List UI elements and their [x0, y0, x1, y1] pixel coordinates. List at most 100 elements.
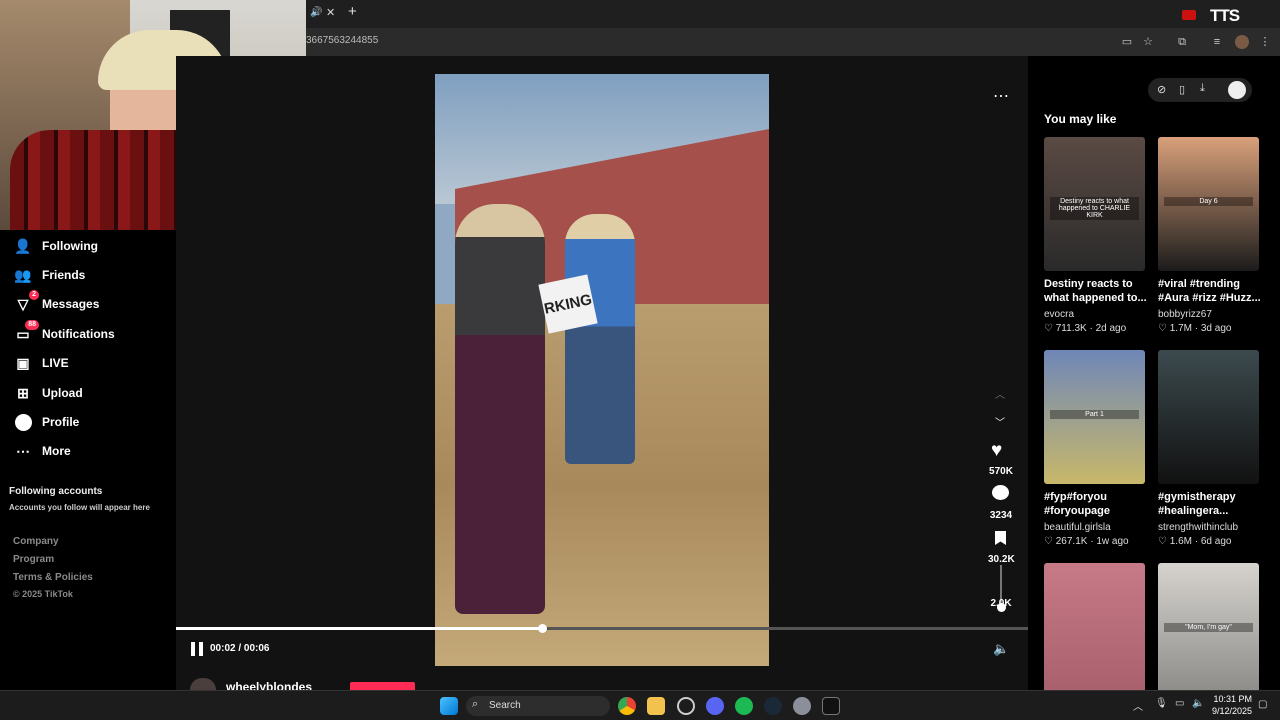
- windows-taskbar: ⌕ Search ︿ 🎙 ▭ 🔈 10:31 PM 9/12/2025 ▢: [0, 690, 1280, 720]
- new-tab-icon[interactable]: +: [348, 3, 357, 20]
- recommendation-author[interactable]: beautiful.girlsla: [1044, 522, 1111, 533]
- download-icon[interactable]: ⤓: [1200, 82, 1205, 95]
- footer-program-link[interactable]: Program: [13, 554, 54, 565]
- browser-menu-icon[interactable]: ⋮: [1258, 35, 1272, 49]
- recommendation-title[interactable]: Destiny reacts to what happened to...: [1044, 277, 1148, 305]
- chrome-icon[interactable]: [618, 697, 636, 715]
- recommendation-age: 1w ago: [1096, 536, 1129, 547]
- volume-icon[interactable]: 🔈: [993, 641, 1009, 657]
- nav-more[interactable]: ⋯ More: [14, 439, 71, 463]
- pause-icon[interactable]: [191, 642, 203, 656]
- cast-icon[interactable]: ▭: [1120, 35, 1134, 49]
- bookmark-star-icon[interactable]: ☆: [1141, 35, 1155, 49]
- search-label: Search: [489, 700, 521, 711]
- account-avatar[interactable]: [1228, 81, 1246, 99]
- next-video-icon[interactable]: ﹀: [995, 414, 1005, 429]
- network-icon[interactable]: ▭: [1175, 698, 1184, 709]
- media-icon[interactable]: ≡: [1210, 35, 1224, 49]
- notification-center-icon[interactable]: ▢: [1258, 699, 1267, 710]
- nav-friends-label: Friends: [42, 268, 86, 282]
- recommendation-title[interactable]: #viral #trending #Aura #rizz #Huzz...: [1158, 277, 1262, 305]
- app-icon[interactable]: [677, 697, 695, 715]
- meta-separator: ·: [1087, 536, 1097, 547]
- terminal-app-icon[interactable]: [822, 697, 840, 715]
- steam-icon[interactable]: [764, 697, 782, 715]
- following-icon: 👤: [14, 237, 32, 254]
- recommendation-author[interactable]: evocra: [1044, 309, 1074, 320]
- follow-button[interactable]: [350, 682, 415, 690]
- nav-live[interactable]: ▣ LIVE: [14, 351, 69, 375]
- time-total: 00:06: [243, 643, 270, 654]
- recommendation-likes: 1.7M: [1169, 323, 1192, 334]
- nav-upload[interactable]: ⊞ Upload: [14, 381, 83, 405]
- footer-company-link[interactable]: Company: [13, 536, 59, 547]
- like-icon[interactable]: ♥: [991, 440, 1002, 462]
- nav-notifications-label: Notifications: [42, 327, 115, 341]
- autoscroll-icon[interactable]: ⊘: [1157, 83, 1166, 96]
- thumbnail-caption: "Mom, I'm gay": [1164, 623, 1253, 632]
- video-player[interactable]: RKING: [435, 74, 769, 666]
- recommendation-title[interactable]: #gymistherapy #healingera...: [1158, 490, 1262, 518]
- heart-icon: ♡: [1158, 536, 1170, 547]
- author-name[interactable]: wheelyblondes: [226, 680, 312, 690]
- player-tools-pill: ⊘ ▯ ⤓: [1148, 78, 1252, 102]
- nav-notifications[interactable]: ▭ 88 Notifications: [14, 320, 115, 346]
- extensions-icon[interactable]: ⧉: [1175, 35, 1189, 49]
- recommendation-thumbnail[interactable]: [1158, 350, 1259, 484]
- recommendation-thumbnail[interactable]: Day 6: [1158, 137, 1259, 271]
- video-sign: RKING: [538, 274, 598, 334]
- time-display: 00:02 / 00:06: [210, 643, 270, 654]
- recommendation-author[interactable]: bobbyrizz67: [1158, 309, 1212, 320]
- file-explorer-icon[interactable]: [647, 697, 665, 715]
- recommendation-thumbnail[interactable]: [1044, 563, 1145, 697]
- spotify-icon[interactable]: [735, 697, 753, 715]
- windows-start-icon[interactable]: [440, 697, 458, 715]
- comment-icon[interactable]: [992, 485, 1009, 500]
- clock-date[interactable]: 9/12/2025: [1212, 706, 1252, 716]
- microphone-icon[interactable]: 🎙: [1155, 698, 1168, 709]
- tts-logo: TTS: [1210, 6, 1240, 25]
- recommendations-panel: ⊘ ▯ ⤓ You may like Destiny reacts to wha…: [1028, 56, 1280, 697]
- clock-time[interactable]: 10:31 PM: [1212, 694, 1252, 704]
- recommendation-age: 3d ago: [1200, 323, 1232, 334]
- discord-icon[interactable]: [706, 697, 724, 715]
- recommendation-title[interactable]: #fyp#foryou #foryoupage #tikto...: [1044, 490, 1148, 518]
- taskbar-search[interactable]: ⌕ Search: [466, 696, 610, 716]
- recommendation-age: 2d ago: [1095, 323, 1127, 334]
- speaker-icon[interactable]: 🔊: [310, 7, 322, 18]
- url-text[interactable]: 3667563244855: [306, 35, 378, 46]
- nav-live-label: LIVE: [42, 356, 69, 370]
- meta-separator: ·: [1086, 323, 1096, 334]
- recommendation-author[interactable]: strengthwithinclub: [1158, 522, 1238, 533]
- tray-chevron-icon[interactable]: ︿: [1133, 698, 1143, 713]
- save-count: 30.2K: [988, 554, 1015, 565]
- recommendation-thumbnail[interactable]: Destiny reacts to what happened to CHARL…: [1044, 137, 1145, 271]
- settings-gear-icon[interactable]: [793, 697, 811, 715]
- share-count: 2.0K: [990, 598, 1012, 609]
- you-may-like-title: You may like: [1044, 112, 1117, 126]
- more-options-icon[interactable]: ⋯: [993, 86, 1009, 106]
- following-accounts-title: Following accounts: [9, 486, 103, 497]
- recommendation-thumbnail[interactable]: Part 1: [1044, 350, 1145, 484]
- search-icon: ⌕: [472, 698, 479, 710]
- heart-icon: ♡: [1044, 323, 1056, 334]
- mobile-icon[interactable]: ▯: [1179, 83, 1185, 96]
- recommendation-thumbnail[interactable]: "Mom, I'm gay": [1158, 563, 1259, 697]
- nav-messages[interactable]: ▽ 2 Messages: [14, 290, 99, 316]
- nav-following[interactable]: 👤 Following: [14, 234, 98, 258]
- profile-avatar-icon[interactable]: [1235, 35, 1249, 49]
- footer-terms-link[interactable]: Terms & Policies: [13, 572, 93, 583]
- thumbnail-caption: Part 1: [1050, 410, 1139, 419]
- recommendation-likes: 267.1K: [1055, 536, 1088, 547]
- browser-tab-strip: 🔊 ✕ + TTS: [306, 0, 1280, 28]
- taskbar-volume-icon[interactable]: 🔈: [1192, 698, 1204, 709]
- previous-video-icon[interactable]: ︿: [995, 386, 1005, 401]
- nav-profile[interactable]: Profile: [14, 410, 79, 434]
- live-icon: ▣: [16, 354, 30, 371]
- recommendation-likes: 711.3K: [1055, 323, 1087, 334]
- progress-knob[interactable]: [538, 624, 547, 633]
- nav-friends[interactable]: 👥 Friends: [14, 263, 85, 287]
- recommendation-meta: ♡ 1.6M · 6d ago: [1158, 536, 1231, 547]
- close-tab-icon[interactable]: ✕: [326, 6, 335, 19]
- thumbnail-caption: Day 6: [1164, 197, 1253, 206]
